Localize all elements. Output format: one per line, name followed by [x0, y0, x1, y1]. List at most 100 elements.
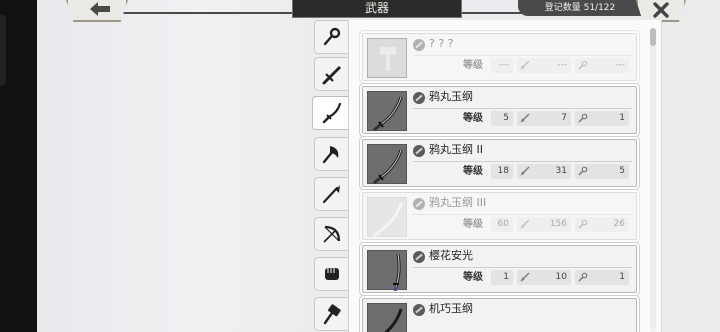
- attack-stat: 31: [517, 164, 571, 179]
- crit-value: 1: [619, 272, 625, 282]
- check-icon: [413, 251, 425, 263]
- item-card[interactable]: 鸦丸玉纲 II 等级 18 31 5: [362, 139, 637, 187]
- check-icon: [413, 92, 425, 104]
- unknown-hammer-icon: [380, 47, 396, 71]
- divider: [413, 267, 632, 268]
- attack-value: 10: [555, 272, 567, 282]
- katana-icon: [393, 253, 401, 291]
- rope-icon: [323, 27, 340, 46]
- item-name: ? ? ?: [429, 37, 454, 50]
- broadsword-icon: [322, 66, 341, 85]
- crit-value: 5: [619, 166, 625, 176]
- tab-gauntlet[interactable]: [314, 257, 348, 291]
- level-value: 18: [491, 164, 513, 179]
- registered-count: 登记数量 51/122: [518, 0, 642, 16]
- check-icon: [413, 145, 425, 157]
- tab-accessory[interactable]: [314, 20, 348, 54]
- page-title: 武器: [292, 0, 462, 18]
- sword-icon: [520, 113, 530, 123]
- codex-screen: 武器 登记数量 51/122 ? ? ? 等级 --- --- --- 鸦丸玉纲…: [0, 0, 720, 332]
- item-thumbnail: [367, 91, 407, 132]
- check-icon: [413, 304, 425, 316]
- level-value: 5: [491, 111, 513, 126]
- attack-value: ---: [557, 60, 567, 70]
- attack-stat: 7: [517, 111, 571, 126]
- item-thumbnail: [367, 197, 407, 238]
- tab-spear[interactable]: [314, 177, 348, 211]
- sword-icon: [520, 219, 530, 229]
- katana-icon: [384, 308, 403, 332]
- fist-icon: [324, 268, 339, 280]
- level-label: 等级: [463, 219, 483, 230]
- attack-value: 7: [561, 113, 567, 123]
- bow-icon: [322, 225, 340, 243]
- item-card[interactable]: 机巧玉纲: [362, 298, 637, 332]
- level-value: ---: [491, 58, 513, 73]
- crit-stat: 26: [575, 217, 629, 232]
- level-label: 等级: [463, 60, 483, 71]
- wand-icon: [578, 60, 588, 70]
- crit-value: 1: [619, 113, 625, 123]
- level-label: 等级: [463, 166, 483, 177]
- wand-icon: [578, 272, 588, 282]
- scrollbar-thumb[interactable]: [650, 28, 656, 46]
- crit-value: 26: [613, 219, 625, 229]
- item-name: 机巧玉纲: [429, 302, 473, 315]
- item-name: 樱花安光: [429, 249, 473, 262]
- item-thumbnail: [367, 250, 407, 291]
- crit-stat: ---: [575, 58, 629, 73]
- sword-icon: [520, 272, 530, 282]
- crit-value: ---: [615, 60, 625, 70]
- crit-stat: 5: [575, 164, 629, 179]
- tab-axe[interactable]: [314, 137, 348, 171]
- sword-icon: [520, 60, 530, 70]
- arrow-left-icon: [90, 2, 110, 16]
- check-icon: [413, 198, 425, 210]
- item-card[interactable]: ? ? ? 等级 --- --- ---: [362, 33, 637, 81]
- back-button[interactable]: [66, 0, 128, 22]
- katana-icon: [322, 102, 341, 124]
- divider: [413, 55, 632, 56]
- attack-value: 156: [549, 219, 567, 229]
- level-value: 1: [491, 270, 513, 285]
- crit-stat: 1: [575, 111, 629, 126]
- divider: [413, 214, 632, 215]
- item-name: 鸦丸玉纲 II: [429, 143, 483, 156]
- wand-icon: [578, 166, 588, 176]
- attack-stat: 10: [517, 270, 571, 285]
- hammer-icon: [323, 304, 341, 325]
- item-thumbnail: [367, 38, 407, 78]
- tab-hammer[interactable]: [314, 297, 348, 331]
- item-thumbnail: [367, 144, 407, 185]
- scrollbar-track[interactable]: [650, 28, 656, 332]
- item-card[interactable]: 樱花安光 等级 1 10 1: [362, 245, 637, 293]
- tab-bow[interactable]: [314, 217, 348, 251]
- katana-icon: [373, 96, 403, 132]
- katana-icon: [373, 202, 403, 238]
- level-value: 60: [491, 217, 513, 232]
- katana-icon: [373, 149, 403, 185]
- crit-stat: 1: [575, 270, 629, 285]
- attack-stat: 156: [517, 217, 571, 232]
- attack-value: 31: [555, 166, 567, 176]
- spear-icon: [322, 185, 340, 204]
- divider: [413, 161, 632, 162]
- bezel-notch: [0, 14, 6, 86]
- item-card[interactable]: 鸦丸玉纲 等级 5 7 1: [362, 86, 637, 134]
- wand-icon: [578, 113, 588, 123]
- tab-katana[interactable]: [312, 96, 350, 130]
- axe-icon: [322, 146, 338, 164]
- sword-icon: [520, 166, 530, 176]
- item-card[interactable]: 鸦丸玉纲 III 等级 60 156 26: [362, 192, 637, 240]
- level-label: 等级: [463, 113, 483, 124]
- level-label: 等级: [463, 272, 483, 283]
- divider: [413, 108, 632, 109]
- close-button[interactable]: [636, 0, 686, 22]
- wand-icon: [578, 219, 588, 229]
- check-icon: [413, 39, 425, 51]
- attack-stat: ---: [517, 58, 571, 73]
- tab-sword[interactable]: [314, 57, 348, 91]
- item-name: 鸦丸玉纲: [429, 90, 473, 103]
- close-icon: [653, 2, 669, 18]
- item-thumbnail: [367, 303, 407, 332]
